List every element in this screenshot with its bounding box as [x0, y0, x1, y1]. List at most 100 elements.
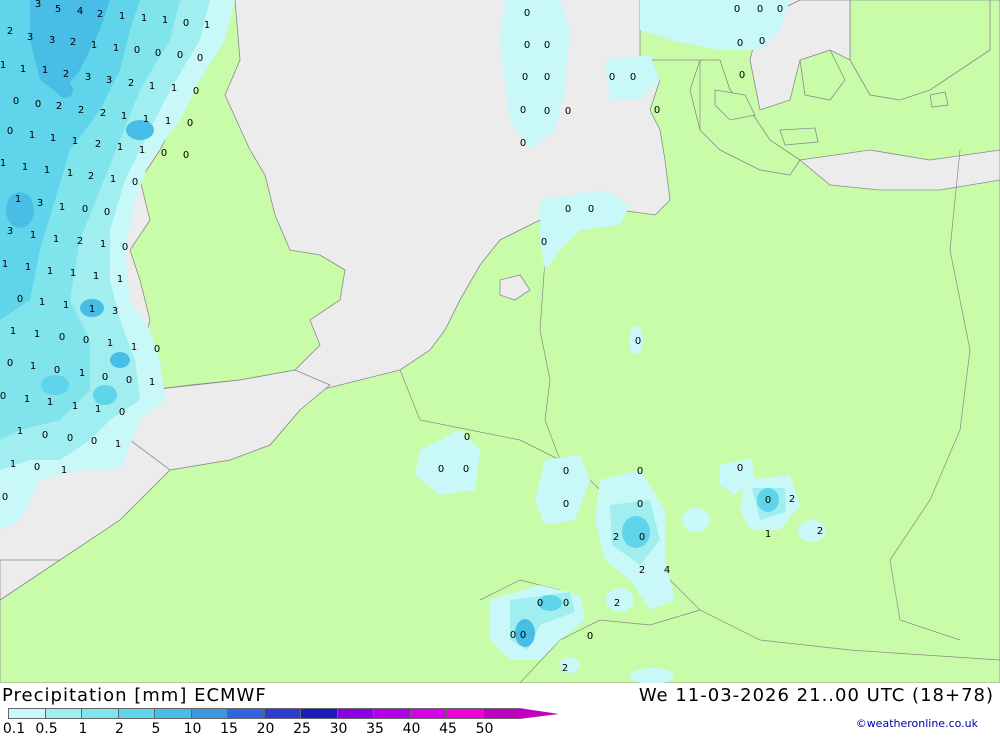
precip-value-label: 1 — [95, 404, 101, 415]
precip-value-label: 0 — [563, 466, 569, 477]
precip-value-label: 1 — [39, 297, 45, 308]
precip-value-label: 1 — [149, 81, 155, 92]
precip-value-label: 1 — [50, 133, 56, 144]
precip-value-label: 5 — [55, 4, 61, 15]
legend-tick-label: 25 — [293, 721, 311, 737]
precip-value-label: 0 — [544, 72, 550, 83]
legend-tick-label: 30 — [329, 721, 348, 737]
legend-swatch — [8, 708, 46, 719]
precip-value-label: 0 — [183, 18, 189, 29]
precip-value-label: 0 — [13, 96, 19, 107]
precip-value-label: 0 — [193, 86, 199, 97]
legend-tick-label: 35 — [366, 721, 384, 737]
precip-value-label: 0 — [197, 53, 203, 64]
legend-tick-label: 0.1 — [2, 721, 26, 737]
legend-swatch — [409, 708, 447, 719]
precip-value-label: 1 — [72, 136, 78, 147]
precip-value-label: 0 — [510, 630, 516, 641]
precip-value-label: 0 — [17, 294, 23, 305]
precip-value-label: 2 — [78, 105, 84, 116]
precip-value-label: 0 — [522, 72, 528, 83]
precip-value-label: 1 — [100, 239, 106, 250]
precip-value-label: 1 — [15, 194, 21, 205]
precip-value-label: 1 — [93, 271, 99, 282]
legend-swatch — [482, 708, 520, 719]
legend-tick-label: 45 — [439, 721, 457, 737]
precip-value-label: 1 — [139, 145, 145, 156]
precip-value-label: 0 — [59, 332, 65, 343]
precip-value-label: 0 — [7, 126, 13, 137]
legend-swatch — [446, 708, 484, 719]
precip-value-label: 2 — [95, 139, 101, 150]
precip-value-label: 0 — [639, 532, 645, 543]
precip-value-label: 1 — [24, 394, 30, 405]
legend-tick-label: 15 — [220, 721, 238, 737]
precip-value-label: 1 — [2, 259, 8, 270]
precip-west-blob-1 — [126, 120, 154, 140]
precip-value-label: 2 — [56, 101, 62, 112]
precip-value-label: 2 — [100, 108, 106, 119]
precip-value-label: 0 — [42, 430, 48, 441]
precip-value-label: 0 — [654, 105, 660, 116]
footer-bar: Precipitation [mm] ECMWF We 11-03-2026 2… — [0, 683, 1000, 737]
precip-value-label: 0 — [588, 204, 594, 215]
precip-value-label: 2 — [7, 26, 13, 37]
precip-value-label: 1 — [17, 426, 23, 437]
precip-value-label: 0 — [155, 48, 161, 59]
precip-value-label: 0 — [464, 432, 470, 443]
precip-value-label: 2 — [614, 598, 620, 609]
precip-value-label: 1 — [79, 368, 85, 379]
precip-value-label: 0 — [2, 492, 8, 503]
precip-value-label: 0 — [134, 45, 140, 56]
precip-value-label: 0 — [82, 204, 88, 215]
land-lolland — [779, 127, 819, 146]
precip-value-label: 0 — [102, 372, 108, 383]
precip-value-label: 0 — [161, 148, 167, 159]
precip-value-label: 2 — [77, 236, 83, 247]
precip-west-blob-4 — [110, 352, 130, 368]
precip-value-label: 0 — [520, 630, 526, 641]
precip-value-label: 1 — [25, 262, 31, 273]
precip-value-label: 1 — [47, 397, 53, 408]
land-island-east — [929, 91, 949, 108]
precip-value-label: 0 — [520, 138, 526, 149]
precip-value-label: 0 — [463, 464, 469, 475]
precip-value-label: 0 — [541, 237, 547, 248]
precip-value-label: 2 — [97, 9, 103, 20]
precip-value-label: 1 — [162, 15, 168, 26]
precip-value-label: 0 — [637, 466, 643, 477]
precip-value-label: 1 — [91, 40, 97, 51]
credit-link[interactable]: ©weatheronline.co.uk — [856, 717, 978, 730]
precip-west-blob-7 — [57, 82, 73, 98]
precip-value-label: 1 — [61, 465, 67, 476]
legend-tick-label: 10 — [183, 721, 202, 737]
precip-value-label: 1 — [10, 459, 16, 470]
precip-value-label: 0 — [637, 499, 643, 510]
precip-value-label: 2 — [562, 663, 568, 674]
precip-value-label: 2 — [639, 565, 645, 576]
precip-value-label: 0 — [35, 99, 41, 110]
precip-value-label: 1 — [34, 329, 40, 340]
precip-value-label: 0 — [734, 4, 740, 15]
precip-value-label: 0 — [635, 336, 641, 347]
precip-value-label: 0 — [183, 150, 189, 161]
precip-value-label: 4 — [77, 6, 83, 17]
precip-value-label: 1 — [765, 529, 771, 540]
legend-tick-label: 2 — [115, 721, 124, 737]
precip-value-label: 2 — [613, 532, 619, 543]
precip-value-label: 1 — [131, 342, 137, 353]
precip-value-label: 1 — [0, 158, 6, 169]
precip-value-label: 3 — [35, 0, 41, 10]
precip-value-label: 1 — [30, 361, 36, 372]
legend-swatch — [300, 708, 338, 719]
precip-value-label: 1 — [113, 43, 119, 54]
precip-value-label: 1 — [72, 401, 78, 412]
precip-value-label: 0 — [34, 462, 40, 473]
precip-value-label: 0 — [122, 242, 128, 253]
precip-value-label: 1 — [10, 326, 16, 337]
legend-arrow — [519, 708, 559, 719]
precip-value-label: 1 — [0, 60, 6, 71]
precip-value-label: 2 — [70, 37, 76, 48]
precip-value-label: 1 — [117, 142, 123, 153]
precip-value-label: 2 — [88, 171, 94, 182]
